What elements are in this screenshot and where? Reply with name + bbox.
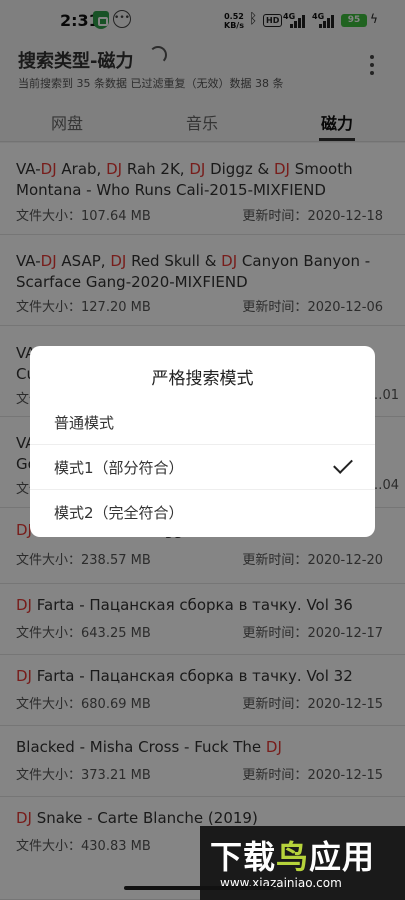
option-label: 模式2（完全符合） (54, 504, 184, 522)
option-partial-match[interactable]: 模式1（部分符合） (30, 445, 375, 490)
watermark-text-b: 鸟 (276, 838, 310, 876)
dialog-title: 严格搜索模式 (151, 369, 254, 389)
watermark-text-a: 下载 (210, 838, 277, 876)
option-label: 普通模式 (54, 414, 115, 432)
option-normal-mode[interactable]: 普通模式 (30, 400, 375, 445)
search-mode-dialog: 严格搜索模式 普通模式 模式1（部分符合） 模式2（完全符合） (30, 346, 375, 537)
option-exact-match[interactable]: 模式2（完全符合） (30, 490, 375, 535)
option-label: 模式1（部分符合） (54, 459, 184, 477)
watermark-text-c: 应用 (309, 838, 376, 876)
home-indicator[interactable] (124, 886, 274, 890)
watermark-text: 下载鸟应用 (210, 832, 375, 878)
checkmark-icon (333, 454, 353, 474)
